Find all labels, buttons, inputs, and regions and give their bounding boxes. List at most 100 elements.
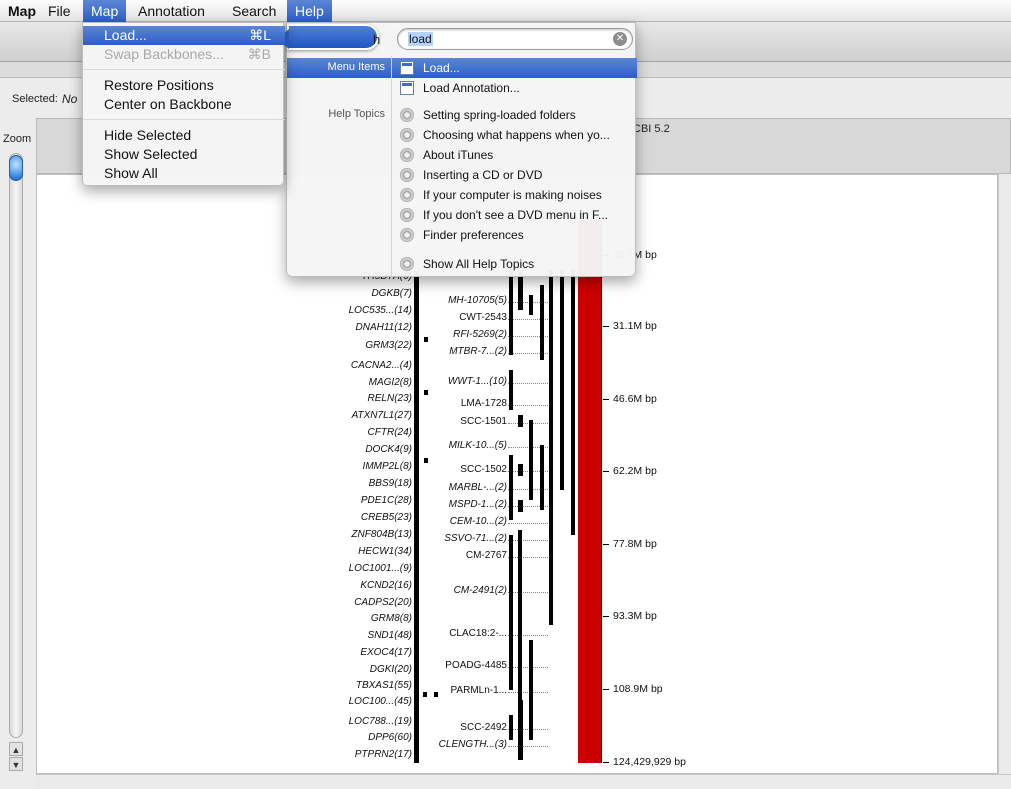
gene-label[interactable]: LOC100...(45) bbox=[349, 696, 412, 707]
backbone-chromosome[interactable] bbox=[578, 220, 602, 763]
contig-label[interactable]: CM-2491(2) bbox=[454, 585, 507, 596]
menu-item-show-all[interactable]: Show All bbox=[83, 164, 285, 183]
contig-label[interactable]: CLENGTH...(3) bbox=[439, 739, 507, 750]
horizontal-scrollbar[interactable] bbox=[36, 774, 1011, 789]
contig-label[interactable]: SCC-1502 bbox=[460, 464, 507, 475]
menu-annotation[interactable]: Annotation bbox=[130, 0, 213, 22]
contig-bar[interactable] bbox=[540, 445, 544, 510]
menu-map[interactable]: Map bbox=[83, 0, 127, 22]
gene-label[interactable]: ATXN7L1(27) bbox=[352, 410, 412, 421]
gene-label[interactable]: GRM3(22) bbox=[365, 340, 412, 351]
contig-bar[interactable] bbox=[509, 495, 513, 520]
help-result-menu-load[interactable]: Load... bbox=[397, 58, 637, 78]
gene-label[interactable]: DGKB(7) bbox=[371, 288, 412, 299]
gene-label[interactable]: LOC788...(19) bbox=[349, 716, 412, 727]
menu-item-restore-positions[interactable]: Restore Positions bbox=[83, 76, 285, 95]
gene-label[interactable]: LOC535...(14) bbox=[349, 305, 412, 316]
clear-search-icon[interactable]: ✕ bbox=[613, 32, 627, 46]
zoom-up-arrow-icon[interactable]: ▲ bbox=[9, 742, 23, 756]
gene-label[interactable]: SND1(48) bbox=[368, 630, 412, 641]
gene-label[interactable]: PDE1C(28) bbox=[361, 495, 412, 506]
help-topic-item[interactable]: If your computer is making noises bbox=[397, 185, 637, 205]
contig-bar[interactable] bbox=[529, 420, 533, 500]
help-topic-item[interactable]: Choosing what happens when yo... bbox=[397, 125, 637, 145]
vertical-scrollbar[interactable] bbox=[998, 174, 1011, 774]
menu-item-load[interactable]: Load... ⌘L bbox=[83, 26, 285, 45]
contig-label[interactable]: RFI-5269(2) bbox=[453, 329, 507, 340]
contig-label[interactable]: CLAC18:2-... bbox=[449, 628, 507, 639]
contig-label[interactable]: MH-10705(5) bbox=[448, 295, 507, 306]
menu-item-show-selected[interactable]: Show Selected bbox=[83, 145, 285, 164]
contig-bar[interactable] bbox=[509, 580, 513, 625]
help-topic-item[interactable]: Inserting a CD or DVD bbox=[397, 165, 637, 185]
gene-label[interactable]: PTPRN2(17) bbox=[355, 749, 412, 760]
contig-bar[interactable] bbox=[518, 464, 523, 476]
zoom-slider-track[interactable] bbox=[9, 153, 23, 738]
gene-label[interactable]: DNAH11(12) bbox=[356, 322, 413, 333]
gene-label[interactable]: MAGI2(8) bbox=[369, 377, 412, 388]
menu-app[interactable]: Map bbox=[0, 0, 44, 22]
contig-label[interactable]: WWT-1...(10) bbox=[448, 376, 507, 387]
contig-bar[interactable] bbox=[540, 285, 544, 360]
gene-label[interactable]: BBS9(18) bbox=[369, 478, 412, 489]
gene-label[interactable]: CACNA2...(4) bbox=[351, 360, 412, 371]
help-result-menu-load-annotation[interactable]: Load Annotation... bbox=[397, 78, 637, 98]
menu-item-shortcut: ⌘B bbox=[247, 46, 271, 62]
contig-label[interactable]: MTBR-7...(2) bbox=[449, 346, 507, 357]
contig-bar[interactable] bbox=[571, 270, 575, 535]
show-all-help-topics[interactable]: Show All Help Topics bbox=[397, 254, 637, 274]
contig-bar[interactable] bbox=[549, 270, 553, 625]
contig-bar[interactable] bbox=[529, 640, 533, 740]
gene-label[interactable]: CADPS2(20) bbox=[354, 597, 412, 608]
contig-label[interactable]: PARMLn-1... bbox=[451, 685, 508, 696]
contig-label[interactable]: LMA-1728 bbox=[461, 398, 507, 409]
zoom-slider-knob[interactable] bbox=[9, 155, 23, 181]
help-topic-item[interactable]: Setting spring-loaded folders bbox=[397, 105, 637, 125]
contig-label[interactable]: MSPD-1...(2) bbox=[449, 499, 507, 510]
contig-bar[interactable] bbox=[518, 415, 523, 427]
menu-item-center-on-backbone[interactable]: Center on Backbone bbox=[83, 95, 285, 114]
gene-label[interactable]: HECW1(34) bbox=[358, 546, 412, 557]
contig-label[interactable]: SCC-1501 bbox=[460, 416, 507, 427]
contig-bar[interactable] bbox=[509, 715, 513, 740]
menu-search[interactable]: Search bbox=[224, 0, 284, 22]
gene-label[interactable]: DOCK4(9) bbox=[365, 444, 412, 455]
contig-label[interactable]: MARBL-...(2) bbox=[449, 482, 507, 493]
gene-label[interactable]: RELN(23) bbox=[368, 393, 412, 404]
gene-label[interactable]: EXOC4(17) bbox=[360, 647, 412, 658]
contig-bar[interactable] bbox=[509, 370, 513, 410]
gene-label[interactable]: KCND2(16) bbox=[360, 580, 412, 591]
gene-label[interactable]: LOC1001...(9) bbox=[349, 563, 412, 574]
help-search-input[interactable]: load ✕ bbox=[397, 28, 633, 50]
gene-label[interactable]: DPP6(60) bbox=[368, 732, 412, 743]
zoom-down-arrow-icon[interactable]: ▼ bbox=[9, 757, 23, 771]
help-topic-item[interactable]: Finder preferences bbox=[397, 225, 637, 245]
gene-label[interactable]: ZNF804B(13) bbox=[351, 529, 412, 540]
menu-file[interactable]: File bbox=[40, 0, 79, 22]
contig-bar[interactable] bbox=[509, 535, 513, 580]
contig-label[interactable]: CM-2767 bbox=[466, 550, 507, 561]
contig-bar[interactable] bbox=[509, 270, 513, 355]
contig-label[interactable]: SCC-2492 bbox=[460, 722, 507, 733]
contig-label[interactable]: SSVO-71...(2) bbox=[444, 533, 507, 544]
contig-bar[interactable] bbox=[518, 500, 523, 512]
contig-label[interactable]: CWT-2543 bbox=[459, 312, 507, 323]
menu-help[interactable]: Help bbox=[287, 0, 332, 22]
gene-label[interactable]: CFTR(24) bbox=[368, 427, 412, 438]
contig-label[interactable]: CEM-10...(2) bbox=[450, 516, 507, 527]
contig-label[interactable]: MILK-10...(5) bbox=[449, 440, 507, 451]
gene-label[interactable]: DGKI(20) bbox=[370, 664, 412, 675]
contig-bar[interactable] bbox=[518, 700, 523, 760]
contig-bar[interactable] bbox=[529, 295, 533, 315]
help-topic-item[interactable]: About iTunes bbox=[397, 145, 637, 165]
menu-item-hide-selected[interactable]: Hide Selected bbox=[83, 126, 285, 145]
help-topic-item[interactable]: If you don't see a DVD menu in F... bbox=[397, 205, 637, 225]
gene-label[interactable]: TBXAS1(55) bbox=[356, 680, 412, 691]
contig-bar[interactable] bbox=[509, 625, 513, 690]
gene-label[interactable]: IMMP2L(8) bbox=[363, 461, 412, 472]
help-topic-icon bbox=[400, 257, 414, 271]
gene-label[interactable]: CREB5(23) bbox=[361, 512, 412, 523]
gene-label[interactable]: GRM8(8) bbox=[371, 613, 412, 624]
contig-label[interactable]: POADG-4485 bbox=[445, 660, 507, 671]
contig-bar[interactable] bbox=[560, 270, 564, 490]
